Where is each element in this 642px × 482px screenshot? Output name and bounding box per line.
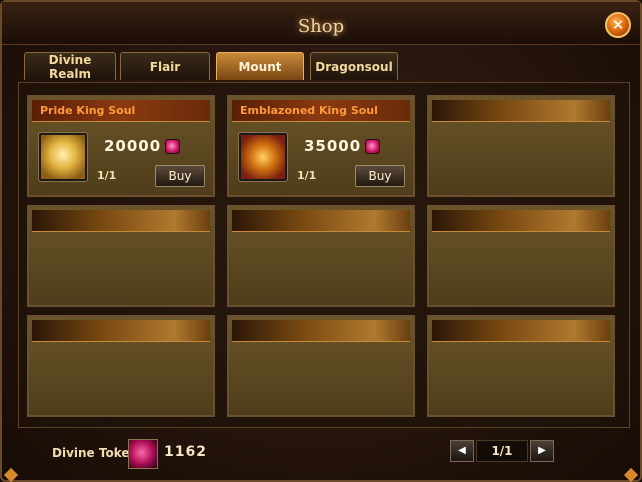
item-name: Emblazoned King Soul: [240, 104, 378, 117]
divine-token-icon: [128, 439, 158, 469]
shop-item: Emblazoned King Soul 35000 1/1 Buy: [227, 95, 415, 197]
tab-label: Mount: [238, 60, 282, 74]
dragon-icon[interactable]: [238, 132, 288, 182]
tab-label-line1: Divine: [48, 53, 92, 67]
empty-slot: [427, 95, 615, 197]
item-price: 35000: [304, 137, 362, 155]
tab-dragonsoul[interactable]: Dragonsoul: [310, 52, 398, 80]
empty-slot: [27, 205, 215, 307]
item-header: Pride King Soul: [32, 100, 210, 122]
slot-header: [32, 210, 210, 232]
gem-currency-icon: [165, 139, 180, 154]
slot-header: [432, 210, 610, 232]
window-title: Shop: [297, 16, 345, 37]
tab-flair[interactable]: Flair: [120, 52, 210, 80]
close-button[interactable]: ✕: [605, 12, 631, 38]
divine-token-value: 1162: [164, 444, 207, 460]
tab-label: Dragonsoul: [315, 60, 393, 74]
corner-ornament-icon: [3, 467, 19, 482]
item-grid: Pride King Soul 20000 1/1 Buy Emblazoned…: [18, 82, 630, 428]
slot-header: [432, 320, 610, 342]
tab-label-line2: Realm: [48, 67, 92, 81]
slot-header: [232, 320, 410, 342]
empty-slot: [27, 315, 215, 417]
buy-button[interactable]: Buy: [155, 165, 205, 187]
item-price: 20000: [104, 137, 162, 155]
page-indicator: 1/1: [476, 440, 528, 462]
item-stock: 1/1: [297, 169, 317, 182]
empty-slot: [427, 205, 615, 307]
slot-header: [432, 100, 610, 122]
divine-token-label: Divine Token: [52, 446, 139, 460]
tab-mount[interactable]: Mount: [216, 52, 304, 80]
tab-label: Flair: [149, 60, 181, 74]
item-name: Pride King Soul: [40, 104, 136, 117]
tab-divine-realm[interactable]: Divine Realm: [24, 52, 116, 81]
item-header: Emblazoned King Soul: [232, 100, 410, 122]
next-page-button[interactable]: ▶: [530, 440, 554, 462]
slot-header: [232, 210, 410, 232]
shop-item: Pride King Soul 20000 1/1 Buy: [27, 95, 215, 197]
empty-slot: [227, 315, 415, 417]
lion-icon[interactable]: [38, 132, 88, 182]
item-stock: 1/1: [97, 169, 117, 182]
prev-page-button[interactable]: ◀: [450, 440, 474, 462]
corner-ornament-icon: [623, 467, 639, 482]
slot-header: [32, 320, 210, 342]
empty-slot: [227, 205, 415, 307]
empty-slot: [427, 315, 615, 417]
buy-button[interactable]: Buy: [355, 165, 405, 187]
title-bar: Shop ✕: [2, 2, 640, 45]
gem-currency-icon: [365, 139, 380, 154]
shop-window: Shop ✕ Divine Realm Flair Mount Dragonso…: [0, 0, 642, 482]
